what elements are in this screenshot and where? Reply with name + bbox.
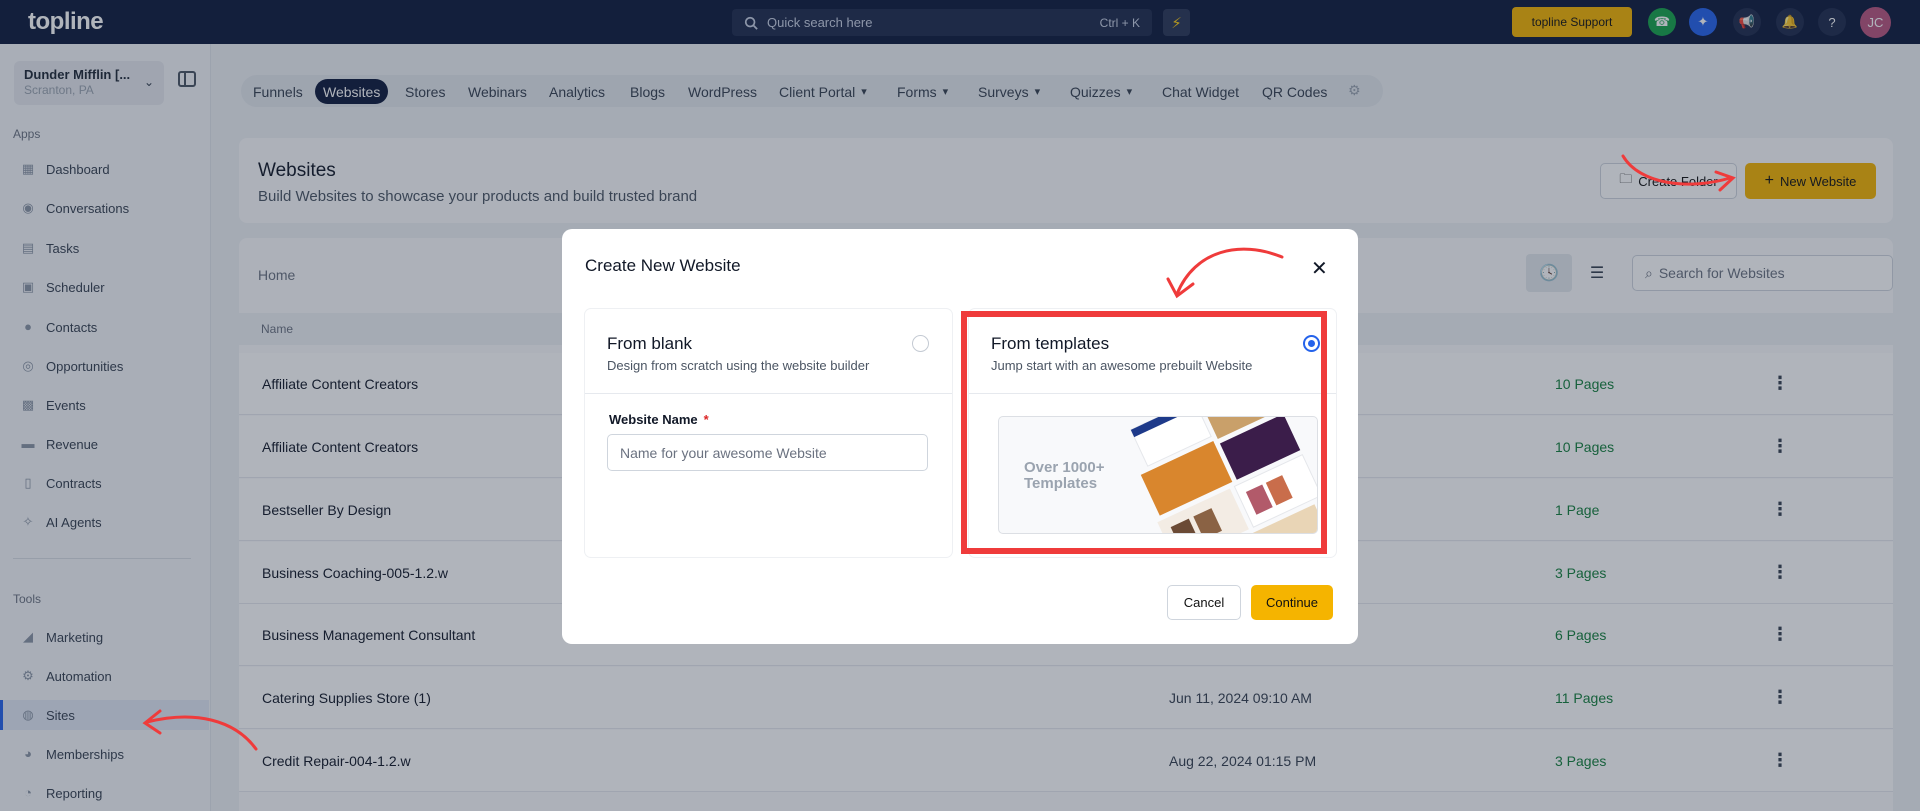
- continue-button[interactable]: Continue: [1251, 585, 1333, 620]
- website-name-input[interactable]: Name for your awesome Website: [607, 434, 928, 471]
- highlight-box: [961, 311, 1327, 554]
- option-blank-title: From blank: [607, 334, 693, 353]
- option-from-blank[interactable]: From blank Design from scratch using the…: [585, 309, 952, 557]
- close-icon[interactable]: ✕: [1311, 256, 1328, 281]
- radio-from-blank[interactable]: [912, 335, 929, 352]
- website-name-label: Website Name *: [609, 412, 709, 427]
- cancel-button[interactable]: Cancel: [1167, 585, 1241, 620]
- option-divider: [585, 393, 952, 394]
- modal-title: Create New Website: [585, 256, 741, 275]
- option-blank-description: Design from scratch using the website bu…: [607, 358, 870, 373]
